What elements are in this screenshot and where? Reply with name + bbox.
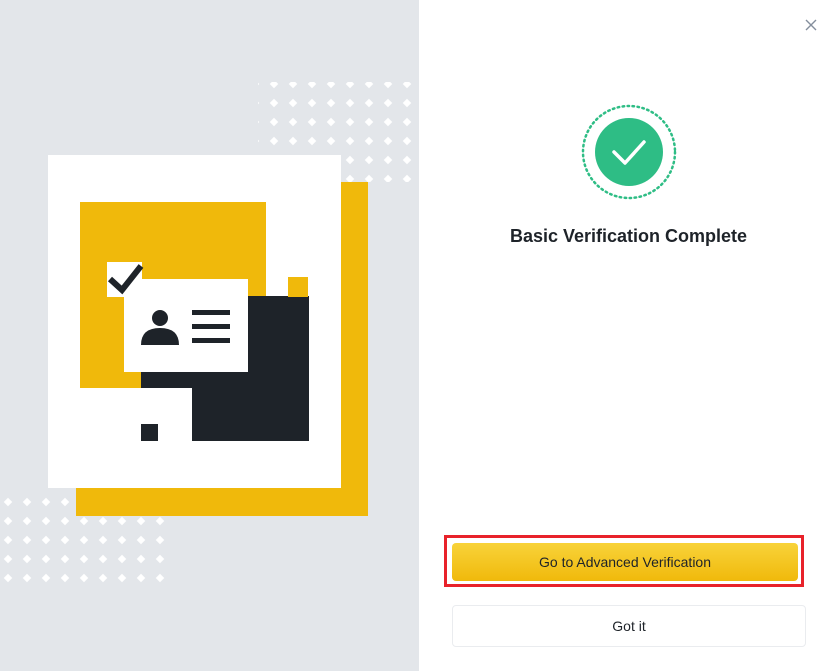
verification-modal: Basic Verification Complete Go to Advanc… <box>0 0 838 671</box>
modal-title: Basic Verification Complete <box>509 226 748 246</box>
person-icon <box>152 310 168 326</box>
card-line <box>192 310 230 315</box>
id-card-verified-illustration <box>0 82 419 588</box>
illustration-panel <box>0 0 419 671</box>
got-it-button[interactable]: Got it <box>452 605 806 647</box>
card-line <box>192 324 230 329</box>
card-line <box>192 338 230 343</box>
close-icon[interactable] <box>805 19 817 31</box>
small-black-square <box>141 424 158 441</box>
go-to-advanced-verification-button[interactable]: Go to Advanced Verification <box>452 543 798 581</box>
close-button[interactable] <box>800 14 822 36</box>
small-yellow-square <box>288 277 308 297</box>
check-circle-icon <box>581 104 677 200</box>
highlight-box: Go to Advanced Verification <box>444 535 804 587</box>
content-panel: Basic Verification Complete Go to Advanc… <box>419 0 838 671</box>
